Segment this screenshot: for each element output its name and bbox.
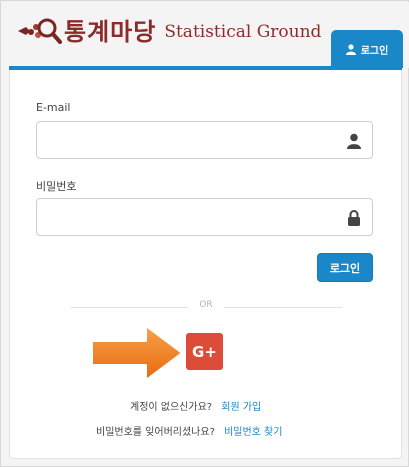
login-tab-label: 로그인 — [360, 45, 389, 57]
login-panel: E-mail 비밀번호 로그인 OR G+ 계정이 없으신가요? 회원 가입 비… — [9, 70, 402, 459]
user-icon — [345, 43, 356, 55]
password-field[interactable] — [37, 199, 372, 235]
login-tab[interactable]: 로그인 — [331, 30, 403, 68]
lock-icon — [347, 210, 361, 226]
no-account-text: 계정이 없으신가요? — [130, 402, 213, 413]
brand-title-ko: 통계마당 — [64, 18, 157, 46]
password-label: 비밀번호 — [36, 180, 77, 193]
divider-or: OR — [199, 300, 213, 310]
login-window: 통계마당 Statistical Ground 로그인 E-mail 비밀번호 … — [0, 0, 409, 467]
email-field[interactable] — [37, 122, 372, 158]
signup-line: 계정이 없으신가요? 회원 가입 — [130, 398, 261, 413]
google-plus-button[interactable]: G+ — [186, 333, 223, 370]
brand-title-en: Statistical Ground — [164, 21, 322, 42]
user-icon — [347, 133, 361, 149]
site-header: 통계마당 Statistical Ground 로그인 — [2, 2, 409, 68]
email-field-box — [36, 121, 373, 159]
arrow-right-icon — [91, 325, 183, 381]
password-field-box — [36, 198, 373, 236]
forgot-password-link[interactable]: 비밀번호 찾기 — [224, 427, 282, 438]
divider-line-left — [70, 307, 188, 308]
login-button[interactable]: 로그인 — [317, 253, 373, 282]
forgot-password-text: 비밀번호를 잊어버리셨나요? — [96, 427, 215, 438]
forgot-password-line: 비밀번호를 잊어버리셨나요? 비밀번호 찾기 — [96, 423, 282, 438]
signup-link[interactable]: 회원 가입 — [221, 402, 261, 413]
email-label: E-mail — [36, 101, 71, 114]
divider-line-right — [224, 307, 342, 308]
magnifier-logo-icon — [16, 15, 62, 45]
site-logo[interactable]: 통계마당 Statistical Ground — [16, 12, 321, 47]
